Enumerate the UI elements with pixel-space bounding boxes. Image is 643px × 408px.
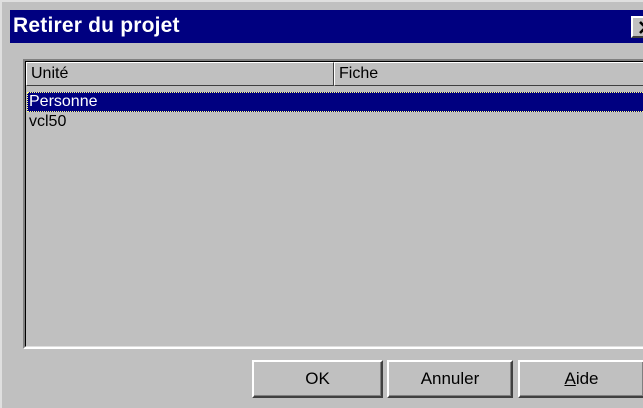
list-item-personne[interactable]: Personne xyxy=(27,92,643,112)
close-icon xyxy=(639,21,643,34)
list-frame: Unité Fiche Personne vcl50 xyxy=(25,61,643,347)
close-button[interactable] xyxy=(631,16,643,38)
column-header-fiche[interactable]: Fiche xyxy=(334,62,643,86)
list-rows: Personne vcl50 xyxy=(27,92,643,132)
remove-from-project-dialog: Retirer du projet Unité Fiche Personne v… xyxy=(0,0,643,408)
list-item-vcl50[interactable]: vcl50 xyxy=(27,112,643,132)
column-header-unite[interactable]: Unité xyxy=(26,62,334,86)
dialog-title: Retirer du projet xyxy=(13,14,180,37)
ok-button[interactable]: OK xyxy=(252,360,383,398)
list-header: Unité Fiche xyxy=(26,62,643,86)
cancel-button[interactable]: Annuler xyxy=(387,360,513,398)
units-list-view[interactable]: Unité Fiche Personne vcl50 xyxy=(23,59,643,349)
title-bar[interactable]: Retirer du projet xyxy=(10,10,643,43)
list-item-unite: vcl50 xyxy=(29,113,67,130)
list-item-unite: Personne xyxy=(29,93,98,110)
help-button[interactable]: Aide xyxy=(518,360,643,398)
